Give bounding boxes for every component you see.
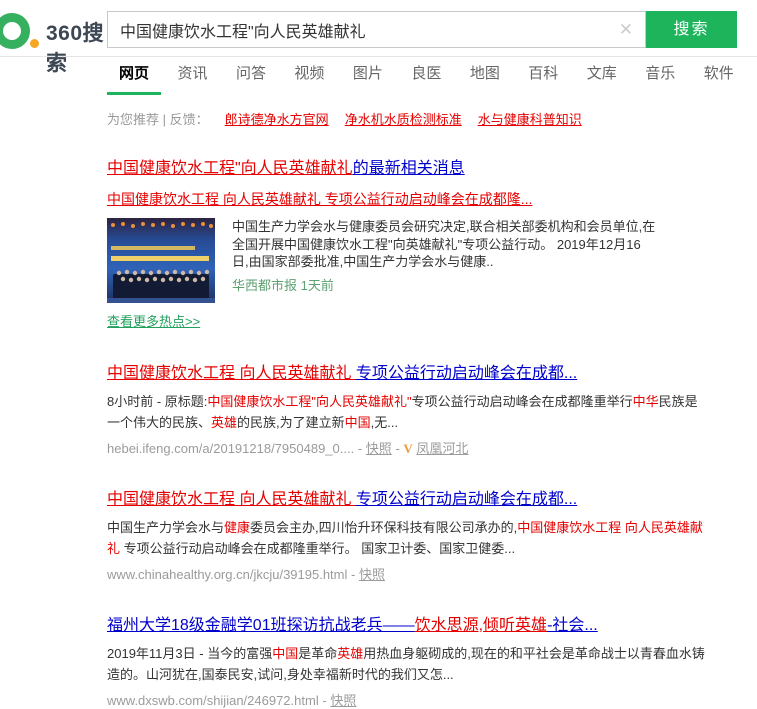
recommend-row: 为您推荐 | 反馈： 郎诗德净水方官网 净水机水质检测标准 水与健康科普知识 [107, 109, 717, 128]
search-result: 中国健康饮水工程 向人民英雄献礼 专项公益行动启动峰会在成都... 8小时前 -… [107, 359, 717, 457]
tab-library[interactable]: 文库 [575, 57, 629, 95]
360-logo[interactable]: 360搜索 [0, 0, 107, 57]
title-highlight: 中国健康饮水工程 向人民英雄献礼 [107, 491, 356, 508]
result-url: hebei.ifeng.com/a/20191218/7950489_0.... [107, 441, 354, 456]
news-thumbnail[interactable] [107, 218, 215, 303]
news-snippet: 中国生产力学会水与健康委员会研究决定,联合相关部委机构和会员单位,在全国开展中国… [232, 218, 657, 271]
search-result: 福州大学18级金融学01班探访抗战老兵——饮水思源,倾听英雄-社会... 201… [107, 611, 717, 709]
result-snippet: 8小时前 - 原标题:中国健康饮水工程"向人民英雄献礼"专项公益行动启动峰会在成… [107, 391, 707, 433]
result-url-line: hebei.ifeng.com/a/20191218/7950489_0....… [107, 438, 717, 457]
tab-news[interactable]: 资讯 [165, 57, 219, 95]
tab-images[interactable]: 图片 [341, 57, 395, 95]
title-highlight: 饮水思源,倾听英雄 [415, 617, 547, 634]
result-title-link[interactable]: 福州大学18级金融学01班探访抗战老兵——饮水思源,倾听英雄-社会... [107, 611, 717, 635]
tab-video[interactable]: 视频 [282, 57, 336, 95]
result-title-link[interactable]: 中国健康饮水工程"向人民英雄献礼的最新相关消息 [107, 154, 717, 178]
result-title-link[interactable]: 中国健康饮水工程 向人民英雄献礼 专项公益行动启动峰会在成都... [107, 485, 717, 509]
title-highlight: 中国健康饮水工程"向人民英雄献礼 [107, 160, 353, 177]
tab-wiki[interactable]: 百科 [516, 57, 570, 95]
title-rest: 福州大学18级金融学01班探访抗战老兵—— [107, 617, 415, 634]
snapshot-link[interactable]: 快照 [359, 567, 385, 582]
search-button[interactable]: 搜索 [646, 11, 737, 48]
tab-music[interactable]: 音乐 [633, 57, 687, 95]
snapshot-link[interactable]: 快照 [330, 693, 356, 708]
news-row: 中国生产力学会水与健康委员会研究决定,联合相关部委机构和会员单位,在全国开展中国… [107, 218, 717, 303]
snapshot-link[interactable]: 快照 [366, 441, 392, 456]
title-rest: 专项公益行动启动峰会在成都... [356, 365, 577, 382]
news-source: 华西都市报 1天前 [232, 275, 657, 294]
search-input[interactable] [108, 12, 598, 47]
tab-doctor[interactable]: 良医 [399, 57, 453, 95]
tab-software[interactable]: 软件 [692, 57, 746, 95]
result-title-link[interactable]: 中国健康饮水工程 向人民英雄献礼 专项公益行动启动峰会在成都... [107, 359, 717, 383]
news-item-link[interactable]: 中国健康饮水工程 向人民英雄献礼 专项公益行动启动峰会在成都隆... [107, 189, 717, 209]
results-column: 为您推荐 | 反馈： 郎诗德净水方官网 净水机水质检测标准 水与健康科普知识 中国健康… [107, 109, 717, 709]
result-snippet: 中国生产力学会水与健康委员会主办,四川怡升环保科技有限公司承办的,中国健康饮水工… [107, 517, 707, 559]
recommend-divider: | [163, 112, 166, 127]
result-snippet: 2019年11月3日 - 当今的富强中国是革命英雄用热血身躯砌成的,现在的和平社… [107, 643, 707, 685]
vertical-tabs: 网页 资讯 问答 视频 图片 良医 地图 百科 文库 音乐 软件 翻译 [0, 57, 757, 95]
verified-v-icon: V [403, 441, 412, 456]
result-url: www.dxswb.com/shijian/246972.html [107, 693, 319, 708]
title-rest: -社会... [547, 617, 598, 634]
recommend-link-1[interactable]: 郎诗德净水方官网 [225, 112, 329, 127]
360-dot-icon [30, 39, 39, 48]
result-url: www.chinahealthy.org.cn/jkcju/39195.html [107, 567, 347, 582]
search-header: 360搜索 ✕ 搜索 [0, 0, 757, 57]
tab-translate[interactable]: 翻译 [750, 57, 757, 95]
title-rest: 的最新相关消息 [353, 160, 465, 177]
tab-webpage[interactable]: 网页 [107, 57, 161, 95]
clear-icon[interactable]: ✕ [619, 20, 633, 40]
recommend-link-2[interactable]: 净水机水质检测标准 [345, 112, 462, 127]
logo-text: 360搜索 [46, 17, 107, 77]
more-hotspots-link[interactable]: 查看更多热点>> [107, 311, 200, 330]
result-url-line: www.dxswb.com/shijian/246972.html - 快照 [107, 690, 717, 709]
feedback-link[interactable]: 反馈： [170, 112, 209, 127]
360-ring-icon [0, 13, 30, 49]
recommend-link-3[interactable]: 水与健康科普知识 [478, 112, 582, 127]
result-news-group: 中国健康饮水工程"向人民英雄献礼的最新相关消息 中国健康饮水工程 向人民英雄献礼… [107, 154, 717, 331]
title-highlight: 中国健康饮水工程 向人民英雄献礼 [107, 365, 356, 382]
tab-maps[interactable]: 地图 [458, 57, 512, 95]
title-rest: 专项公益行动启动峰会在成都... [356, 491, 577, 508]
result-url-line: www.chinahealthy.org.cn/jkcju/39195.html… [107, 564, 717, 583]
tab-qa[interactable]: 问答 [224, 57, 278, 95]
search-result: 中国健康饮水工程 向人民英雄献礼 专项公益行动启动峰会在成都... 中国生产力学… [107, 485, 717, 583]
recommend-label: 为您推荐 [107, 112, 159, 127]
site-name-link[interactable]: 凤凰河北 [416, 441, 468, 456]
search-box: ✕ [107, 11, 646, 48]
